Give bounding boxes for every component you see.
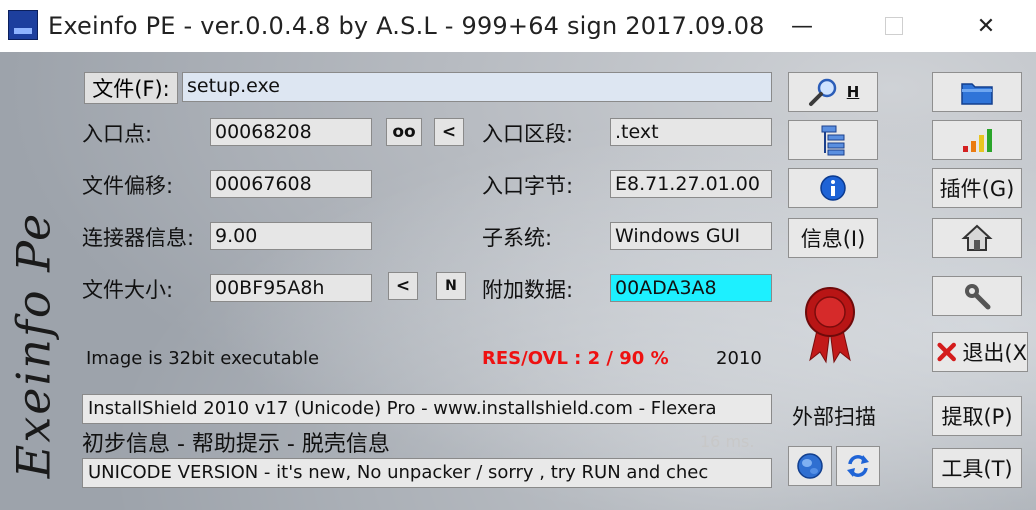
section-viewer-button[interactable] (788, 120, 878, 160)
about-button[interactable] (788, 168, 878, 208)
globe-icon (797, 453, 823, 479)
file-button-label: 文件(F): (92, 77, 170, 101)
entry-point-label: 入口点: (82, 122, 153, 146)
scan-time: 16 ms. (700, 432, 755, 451)
search-h-label: H (846, 83, 860, 101)
res-ovl-text: RES/OVL : 2 / 90 % (482, 348, 669, 369)
refresh-icon (847, 455, 869, 477)
window-title: Exeinfo PE - ver.0.0.4.8 by A.S.L - 999+… (48, 12, 765, 40)
minimize-icon: — (791, 13, 813, 39)
entry-section-field[interactable]: .text (610, 118, 772, 146)
exeinfo-app-icon (8, 10, 38, 40)
tree-list-icon (821, 125, 845, 156)
file-offset-field[interactable]: 00067608 (210, 170, 372, 198)
side-logo-text: Exeinfo Pe (6, 211, 60, 479)
year-text: 2010 (716, 348, 762, 369)
subsystem-field[interactable]: Windows GUI (610, 222, 772, 250)
tools-label: 工具(T) (941, 457, 1013, 481)
exit-label: 退出(X (962, 341, 1027, 365)
n-button[interactable]: N (436, 272, 466, 300)
file-open-button[interactable]: 文件(F): (84, 72, 178, 104)
plugins-button[interactable]: 插件(G) (932, 168, 1022, 208)
plugins-label: 插件(G) (939, 177, 1015, 201)
close-icon: ✕ (976, 13, 996, 39)
maximize-icon (885, 17, 903, 35)
title-bar[interactable]: Exeinfo PE - ver.0.0.4.8 by A.S.L - 999+… (0, 0, 1036, 52)
extract-button[interactable]: 提取(P) (932, 396, 1022, 436)
extract-label: 提取(P) (941, 405, 1013, 429)
linker-info-label: 连接器信息: (82, 226, 195, 250)
entry-bytes-field[interactable]: E8.71.27.01.00 (610, 170, 772, 198)
refresh-button[interactable] (836, 446, 880, 486)
exit-x-icon (937, 342, 956, 362)
home-icon (961, 224, 993, 251)
external-scan-button[interactable]: 外部扫描 (784, 396, 884, 436)
minimize-button[interactable]: — (778, 6, 826, 46)
info-icon (820, 175, 846, 201)
file-path-field[interactable]: setup.exe (182, 72, 772, 102)
folder-icon (961, 83, 993, 105)
hint-line: 初步信息 - 帮助提示 - 脱壳信息 (82, 432, 390, 457)
tools-button[interactable]: 工具(T) (932, 448, 1022, 488)
entry-bytes-label: 入口字节: (482, 174, 574, 198)
info-button-label: 信息(I) (800, 227, 866, 251)
oo-button[interactable]: oo (386, 118, 422, 146)
unpack-info-field[interactable]: UNICODE VERSION - it's new, No unpacker … (82, 458, 772, 488)
magnifier-icon (808, 78, 836, 106)
file-offset-label: 文件偏移: (82, 174, 174, 198)
maximize-button[interactable] (870, 6, 918, 46)
client-area: Exeinfo Pe 文件(F): setup.exe 入口点: 0006820… (0, 52, 1036, 510)
signal-bars-icon (963, 129, 992, 152)
entry-section-label: 入口区段: (482, 122, 574, 146)
file-size-field[interactable]: 00BF95A8h (210, 274, 372, 302)
exit-button[interactable]: 退出(X (932, 332, 1028, 372)
open-folder-button[interactable] (932, 72, 1022, 112)
image-type-text: Image is 32bit executable (86, 348, 320, 369)
home-button[interactable] (932, 218, 1022, 258)
stats-button[interactable] (932, 120, 1022, 160)
entry-point-prev-button[interactable]: < (434, 118, 464, 146)
settings-button[interactable] (932, 276, 1022, 316)
overlay-label: 附加数据: (482, 278, 574, 302)
file-size-prev-button[interactable]: < (388, 272, 418, 300)
side-logo: Exeinfo Pe (2, 180, 64, 510)
main-window: Exeinfo PE - ver.0.0.4.8 by A.S.L - 999+… (0, 0, 1036, 510)
search-h-button[interactable]: H (788, 72, 878, 112)
info-button[interactable]: 信息(I) (788, 218, 878, 258)
overlay-field[interactable]: 00ADA3A8 (610, 274, 772, 302)
file-size-label: 文件大小: (82, 278, 174, 302)
linker-info-field[interactable]: 9.00 (210, 222, 372, 250)
wrench-icon (965, 284, 991, 310)
entry-point-field[interactable]: 00068208 (210, 118, 372, 146)
detection-field[interactable]: InstallShield 2010 v17 (Unicode) Pro - w… (82, 394, 772, 424)
web-button[interactable] (788, 446, 832, 486)
subsystem-label: 子系统: (482, 226, 553, 250)
close-button[interactable]: ✕ (962, 6, 1010, 46)
seal-icon (805, 287, 855, 364)
